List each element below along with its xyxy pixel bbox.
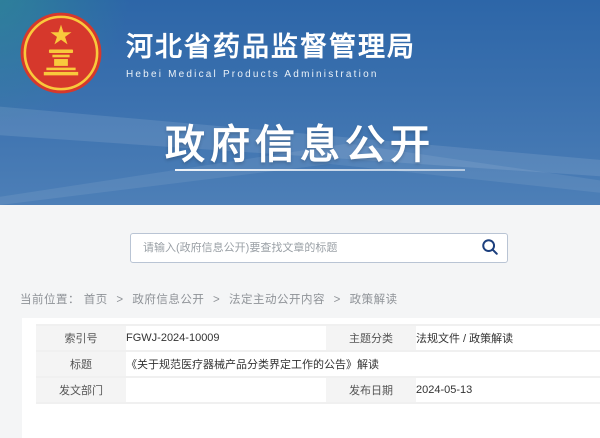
search-input[interactable] — [131, 242, 473, 254]
org-name-en: Hebei Medical Products Administration — [126, 69, 416, 80]
topic-category-value: 法规文件 / 政策解读 — [416, 325, 600, 351]
org-name-cn: 河北省药品监督管理局 — [126, 32, 416, 62]
search-button[interactable] — [473, 234, 507, 262]
topic-category-label: 主题分类 — [326, 325, 416, 351]
issuing-department-value — [126, 377, 326, 403]
national-emblem-icon — [18, 10, 104, 101]
index-number-label: 索引号 — [36, 325, 126, 351]
issuing-department-label: 发文部门 — [36, 377, 126, 403]
title-label: 标题 — [36, 351, 126, 377]
publish-date-value: 2024-05-13 — [416, 377, 600, 403]
index-number-value: FGWJ-2024-10009 — [126, 325, 326, 351]
search-icon — [481, 238, 499, 259]
title-underline — [175, 169, 465, 171]
publish-date-label: 发布日期 — [326, 377, 416, 403]
table-row: 标题 《关于规范医疗器械产品分类界定工作的公告》解读 — [36, 351, 600, 377]
breadcrumb-item-gov-info[interactable]: 政府信息公开 — [132, 294, 204, 306]
breadcrumb-item-statutory-disclosure[interactable]: 法定主动公开内容 — [229, 294, 325, 306]
document-info-table: 索引号 FGWJ-2024-10009 主题分类 法规文件 / 政策解读 标题 … — [36, 324, 600, 404]
breadcrumb-prefix: 当前位置： — [20, 294, 80, 306]
table-row: 索引号 FGWJ-2024-10009 主题分类 法规文件 / 政策解读 — [36, 325, 600, 351]
breadcrumb-separator: > — [334, 294, 341, 306]
document-info-card: 索引号 FGWJ-2024-10009 主题分类 法规文件 / 政策解读 标题 … — [22, 318, 600, 438]
breadcrumb-item-policy-interpretation[interactable]: 政策解读 — [350, 294, 398, 306]
breadcrumb-separator: > — [213, 294, 220, 306]
breadcrumb: 当前位置： 首页 > 政府信息公开 > 法定主动公开内容 > 政策解读 — [20, 291, 398, 307]
page-title: 政府信息公开 — [0, 112, 600, 170]
table-row: 发文部门 发布日期 2024-05-13 — [36, 377, 600, 403]
breadcrumb-separator: > — [116, 294, 123, 306]
title-value: 《关于规范医疗器械产品分类界定工作的公告》解读 — [126, 351, 600, 377]
site-logo[interactable]: 河北省药品监督管理局 Hebei Medical Products Admini… — [18, 10, 416, 101]
hero-banner: 河北省药品监督管理局 Hebei Medical Products Admini… — [0, 0, 600, 205]
search-box — [130, 233, 508, 263]
breadcrumb-item-home[interactable]: 首页 — [84, 294, 108, 306]
